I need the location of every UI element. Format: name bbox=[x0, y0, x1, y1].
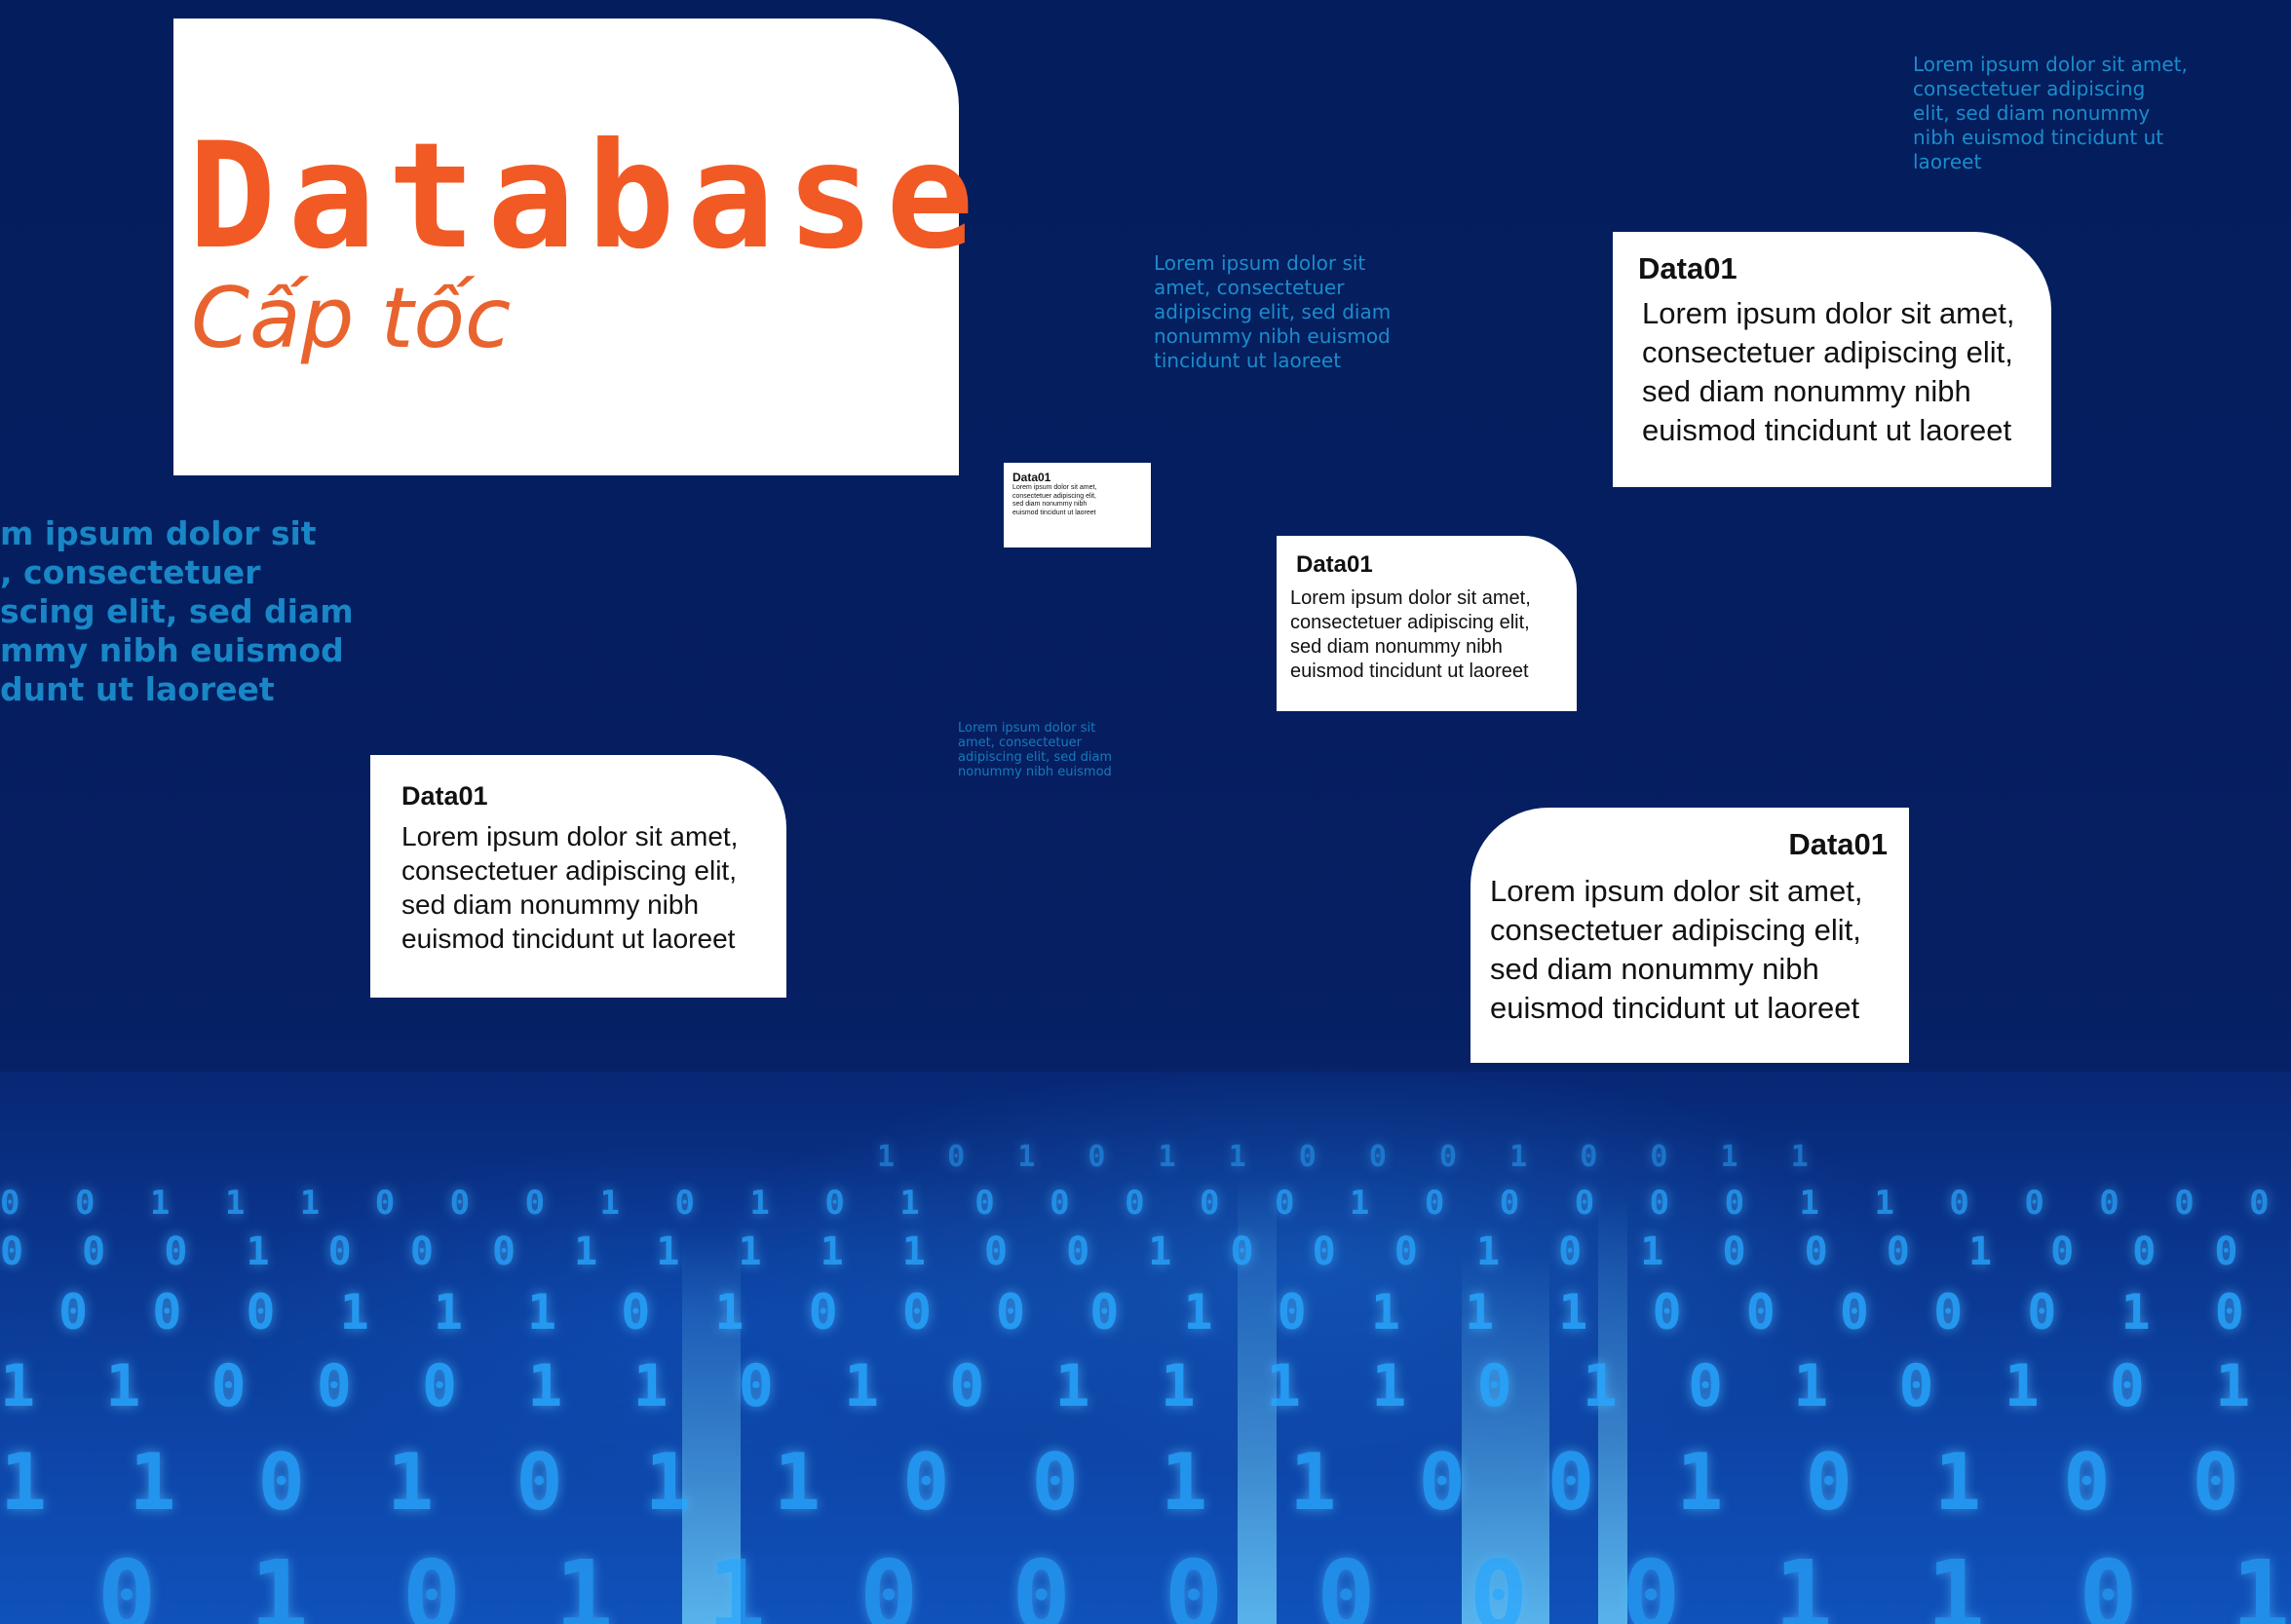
binary-row: 0 0 1 1 1 0 0 0 1 0 1 0 1 0 0 0 0 0 1 0 … bbox=[0, 1184, 2291, 1223]
data-card: Data01 Lorem ipsum dolor sit amet, conse… bbox=[1277, 536, 1577, 711]
binary-row: 0 1 0 1 1 0 0 0 0 0 0 1 1 0 1 1 bbox=[97, 1539, 2291, 1624]
card-body: Lorem ipsum dolor sit amet, consectetuer… bbox=[1642, 296, 2015, 447]
card-body: Lorem ipsum dolor sit amet, consectetuer… bbox=[1012, 484, 1097, 516]
card-heading: Data01 bbox=[1788, 827, 1888, 861]
card-body: Lorem ipsum dolor sit amet, consectetuer… bbox=[401, 821, 739, 954]
ghost-text: Lorem ipsum dolor sit amet, consectetuer… bbox=[1154, 251, 1392, 372]
ghost-text: Lorem ipsum dolor sit amet, consectetuer… bbox=[1913, 53, 2188, 173]
page-subtitle: Cấp tốc bbox=[191, 270, 512, 367]
card-heading: Data01 bbox=[401, 781, 488, 811]
data-card: Data01 Lorem ipsum dolor sit amet, conse… bbox=[1613, 232, 2051, 487]
data-card-small: Data01 Lorem ipsum dolor sit amet, conse… bbox=[1004, 463, 1151, 548]
binary-row: 1 1 0 1 0 1 1 0 0 1 1 0 0 1 0 1 0 0 1 0 bbox=[0, 1437, 2291, 1528]
title-card: Database Cấp tốc bbox=[173, 19, 974, 475]
card-heading: Data01 bbox=[1296, 551, 1373, 578]
page-title: Database bbox=[188, 112, 986, 282]
card-heading: Data01 bbox=[1012, 471, 1051, 484]
binary-row: 0 0 0 1 0 0 0 1 1 1 1 1 0 0 1 0 0 0 1 0 … bbox=[0, 1229, 2291, 1274]
data-card: Data01 Lorem ipsum dolor sit amet, conse… bbox=[370, 755, 786, 998]
ghost-text: m ipsum dolor sit , consectetuer scing e… bbox=[0, 514, 354, 708]
ghost-text: Lorem ipsum dolor sit amet, consectetuer… bbox=[958, 721, 1113, 779]
card-heading: Data01 bbox=[1638, 251, 1737, 285]
data-card: Data01 Lorem ipsum dolor sit amet, conse… bbox=[1470, 808, 1909, 1063]
binary-floor: 1 0 1 0 1 1 0 0 0 1 0 0 1 1 0 0 1 1 1 0 … bbox=[0, 1072, 2291, 1624]
card-body: Lorem ipsum dolor sit amet, consectetuer… bbox=[1490, 874, 1863, 1025]
binary-row: 0 0 0 1 1 1 0 1 0 0 0 0 1 0 1 1 1 0 0 0 … bbox=[58, 1284, 2291, 1341]
card-body: Lorem ipsum dolor sit amet, consectetuer… bbox=[1290, 587, 1531, 682]
binary-row: 1 0 1 0 1 1 0 0 0 1 0 0 1 1 bbox=[877, 1140, 1826, 1174]
binary-row: 1 1 0 0 0 1 1 0 1 0 1 1 1 1 0 1 0 1 0 1 … bbox=[0, 1352, 2291, 1420]
